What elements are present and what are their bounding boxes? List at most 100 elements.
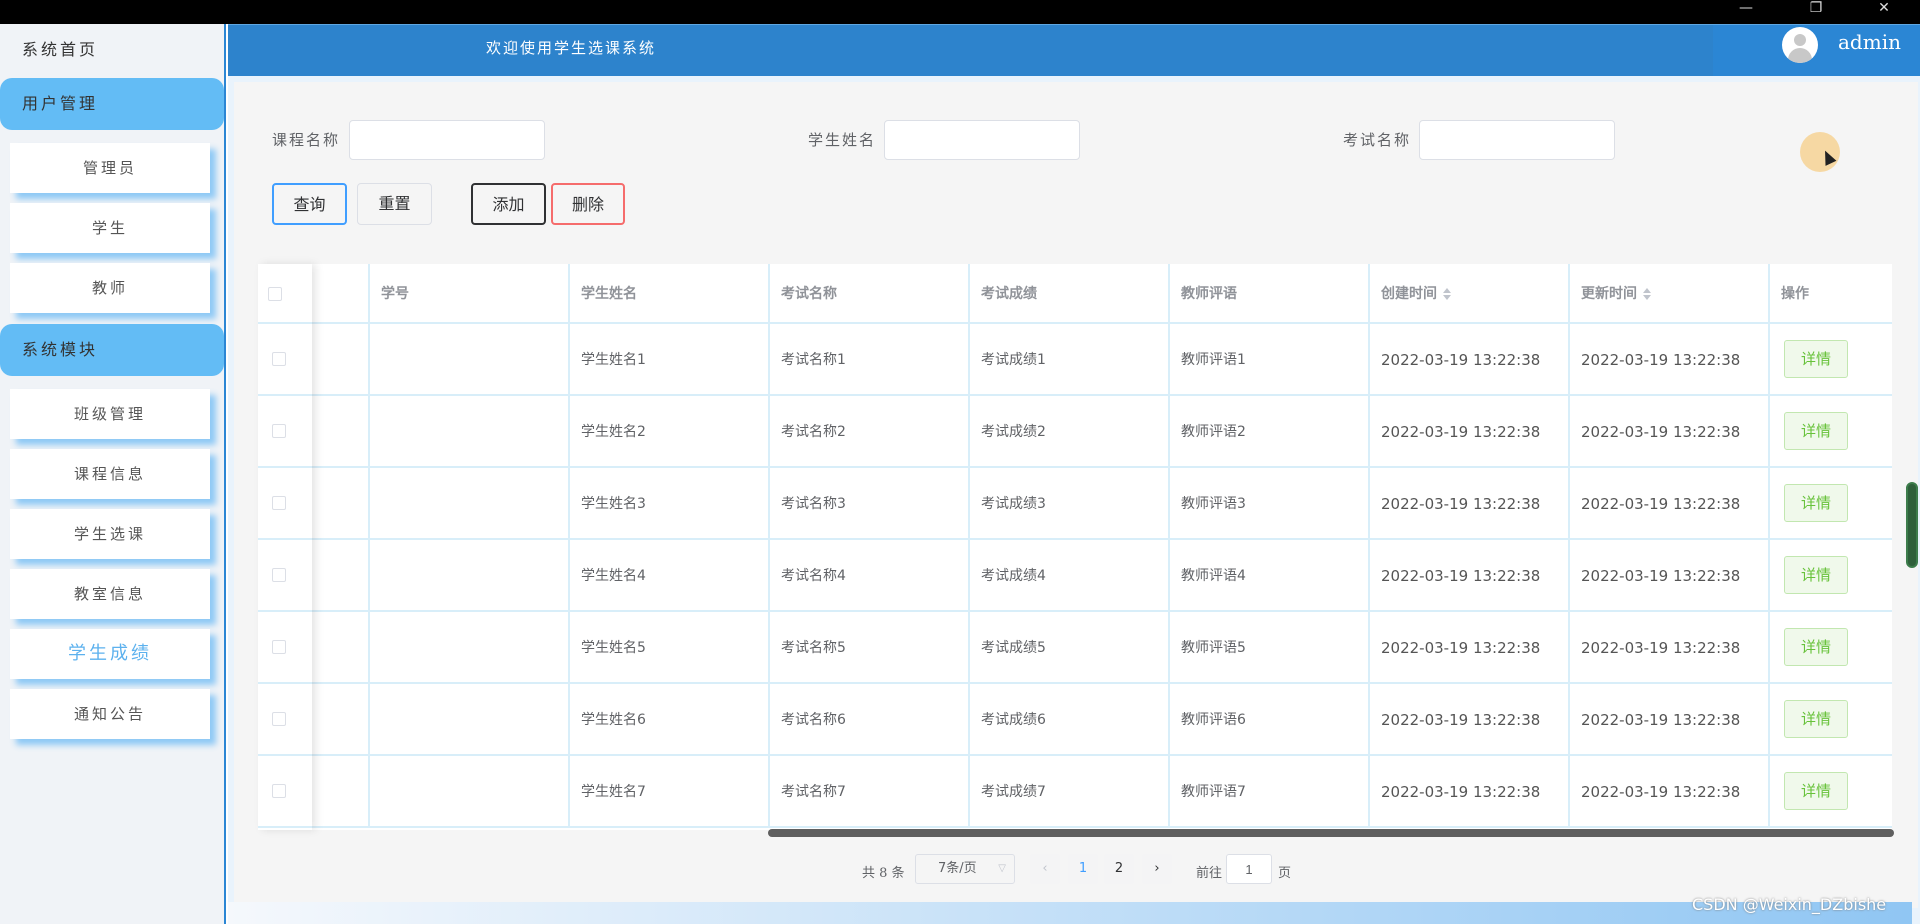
row-checkbox-cell (258, 468, 312, 540)
minimize-icon[interactable]: — (1724, 0, 1768, 24)
top-header: 欢迎使用学生选课系统 (228, 24, 1920, 77)
cell-created: 2022-03-19 13:22:38 (1370, 684, 1570, 756)
cell-comment: 教师评语6 (1170, 684, 1370, 756)
row-checkbox[interactable] (272, 784, 286, 798)
cell-index (312, 612, 370, 684)
column-header-student-no: 学号 (370, 264, 570, 324)
row-checkbox[interactable] (272, 712, 286, 726)
sidebar-item-teacher[interactable]: 教师 (10, 263, 210, 313)
column-header-comment: 教师评语 (1170, 264, 1370, 324)
cell-student-no (370, 324, 570, 396)
avatar-icon[interactable] (1782, 27, 1818, 63)
cell-index (312, 468, 370, 540)
prev-page-button[interactable]: ‹ (1030, 854, 1060, 884)
column-header-created[interactable]: 创建时间 (1370, 264, 1570, 324)
cell-updated: 2022-03-19 13:22:38 (1570, 540, 1770, 612)
row-checkbox[interactable] (272, 424, 286, 438)
detail-button[interactable]: 详情 (1784, 556, 1848, 594)
bottom-strip (228, 902, 1912, 924)
detail-button[interactable]: 详情 (1784, 412, 1848, 450)
row-checkbox[interactable] (272, 568, 286, 582)
column-header-updated[interactable]: 更新时间 (1570, 264, 1770, 324)
cell-updated: 2022-03-19 13:22:38 (1570, 324, 1770, 396)
sort-icon[interactable] (1643, 288, 1651, 300)
cell-student-no (370, 468, 570, 540)
cell-comment: 教师评语2 (1170, 396, 1370, 468)
page-button-2[interactable]: 2 (1104, 854, 1134, 884)
updated-label: 更新时间 (1581, 286, 1637, 302)
cell-comment: 教师评语1 (1170, 324, 1370, 396)
sidebar-item-admin[interactable]: 管理员 (10, 143, 210, 193)
cell-exam-name: 考试名称6 (770, 684, 970, 756)
cell-score: 考试成绩4 (970, 540, 1170, 612)
sidebar-item-classroom-info[interactable]: 教室信息 (10, 569, 210, 619)
cell-created: 2022-03-19 13:22:38 (1370, 324, 1570, 396)
vertical-scrollbar[interactable] (1906, 482, 1918, 568)
detail-button[interactable]: 详情 (1784, 484, 1848, 522)
sidebar-item-student-scores[interactable]: 学生成绩 (10, 629, 210, 679)
sidebar-item-class-management[interactable]: 班级管理 (10, 389, 210, 439)
next-page-button[interactable]: › (1142, 854, 1172, 884)
cell-comment: 教师评语4 (1170, 540, 1370, 612)
row-checkbox[interactable] (272, 496, 286, 510)
row-checkbox-cell (258, 324, 312, 396)
detail-button[interactable]: 详情 (1784, 340, 1848, 378)
cell-student-name: 学生姓名6 (570, 684, 770, 756)
add-button[interactable]: 添加 (471, 183, 546, 225)
cell-score: 考试成绩2 (970, 396, 1170, 468)
detail-button[interactable]: 详情 (1784, 628, 1848, 666)
row-checkbox[interactable] (272, 640, 286, 654)
column-header-exam-name: 考试名称 (770, 264, 970, 324)
reset-button[interactable]: 重置 (357, 183, 432, 225)
cell-created: 2022-03-19 13:22:38 (1370, 612, 1570, 684)
page-size-select[interactable]: 7条/页 ▽ (915, 854, 1015, 884)
sidebar-group-user-management[interactable]: 用户管理 (0, 78, 224, 130)
cell-score: 考试成绩7 (970, 756, 1170, 828)
page-size-value: 7条/页 (938, 861, 977, 876)
cell-student-name: 学生姓名3 (570, 468, 770, 540)
sidebar-home[interactable]: 系统首页 (0, 24, 224, 76)
horizontal-scrollbar[interactable] (768, 829, 1894, 837)
cell-exam-name: 考试名称4 (770, 540, 970, 612)
sidebar-group-system-module[interactable]: 系统模块 (0, 324, 224, 376)
row-checkbox[interactable] (272, 352, 286, 366)
sort-icon[interactable] (1443, 288, 1451, 300)
column-header-student-name: 学生姓名 (570, 264, 770, 324)
query-button[interactable]: 查询 (272, 183, 347, 225)
sidebar-item-course-selection[interactable]: 学生选课 (10, 509, 210, 559)
course-name-input[interactable] (349, 120, 545, 160)
sidebar-item-student[interactable]: 学生 (10, 203, 210, 253)
student-name-label: 学生姓名 (808, 131, 877, 149)
pagination-total: 共 8 条 (862, 866, 905, 881)
detail-button[interactable]: 详情 (1784, 772, 1848, 810)
cell-actions: 详情 (1770, 468, 1892, 540)
cell-exam-name: 考试名称5 (770, 612, 970, 684)
maximize-icon[interactable]: ❐ (1794, 0, 1838, 24)
username[interactable]: admin (1838, 30, 1901, 54)
detail-button[interactable]: 详情 (1784, 700, 1848, 738)
row-checkbox-cell (258, 540, 312, 612)
page-button-1[interactable]: 1 (1068, 854, 1098, 884)
watermark: CSDN @Weixin_DZbishe (1692, 895, 1887, 914)
sidebar-item-notices[interactable]: 通知公告 (10, 689, 210, 739)
close-icon[interactable]: ✕ (1862, 0, 1906, 24)
cell-score: 考试成绩6 (970, 684, 1170, 756)
cell-comment: 教师评语3 (1170, 468, 1370, 540)
cell-comment: 教师评语7 (1170, 756, 1370, 828)
select-all-checkbox[interactable] (268, 287, 282, 301)
cell-comment: 教师评语5 (1170, 612, 1370, 684)
row-checkbox-cell (258, 396, 312, 468)
exam-name-input[interactable] (1419, 120, 1615, 160)
delete-button[interactable]: 删除 (551, 183, 625, 225)
cell-exam-name: 考试名称2 (770, 396, 970, 468)
sidebar-item-course-info[interactable]: 课程信息 (10, 449, 210, 499)
app-window: — ❐ ✕ 系统首页 用户管理 管理员 学生 教师 系统模块 班级管理 课程信息… (0, 0, 1920, 924)
cell-index (312, 540, 370, 612)
row-checkbox-cell (258, 756, 312, 828)
cell-student-name: 学生姓名1 (570, 324, 770, 396)
goto-page-input[interactable] (1226, 854, 1272, 884)
student-name-input[interactable] (884, 120, 1080, 160)
cell-student-no (370, 396, 570, 468)
cell-student-no (370, 756, 570, 828)
scores-table: 学号 学生姓名 考试名称 考试成绩 教师评语 创建时间 更新时间 操作 学生姓名… (258, 264, 1892, 830)
